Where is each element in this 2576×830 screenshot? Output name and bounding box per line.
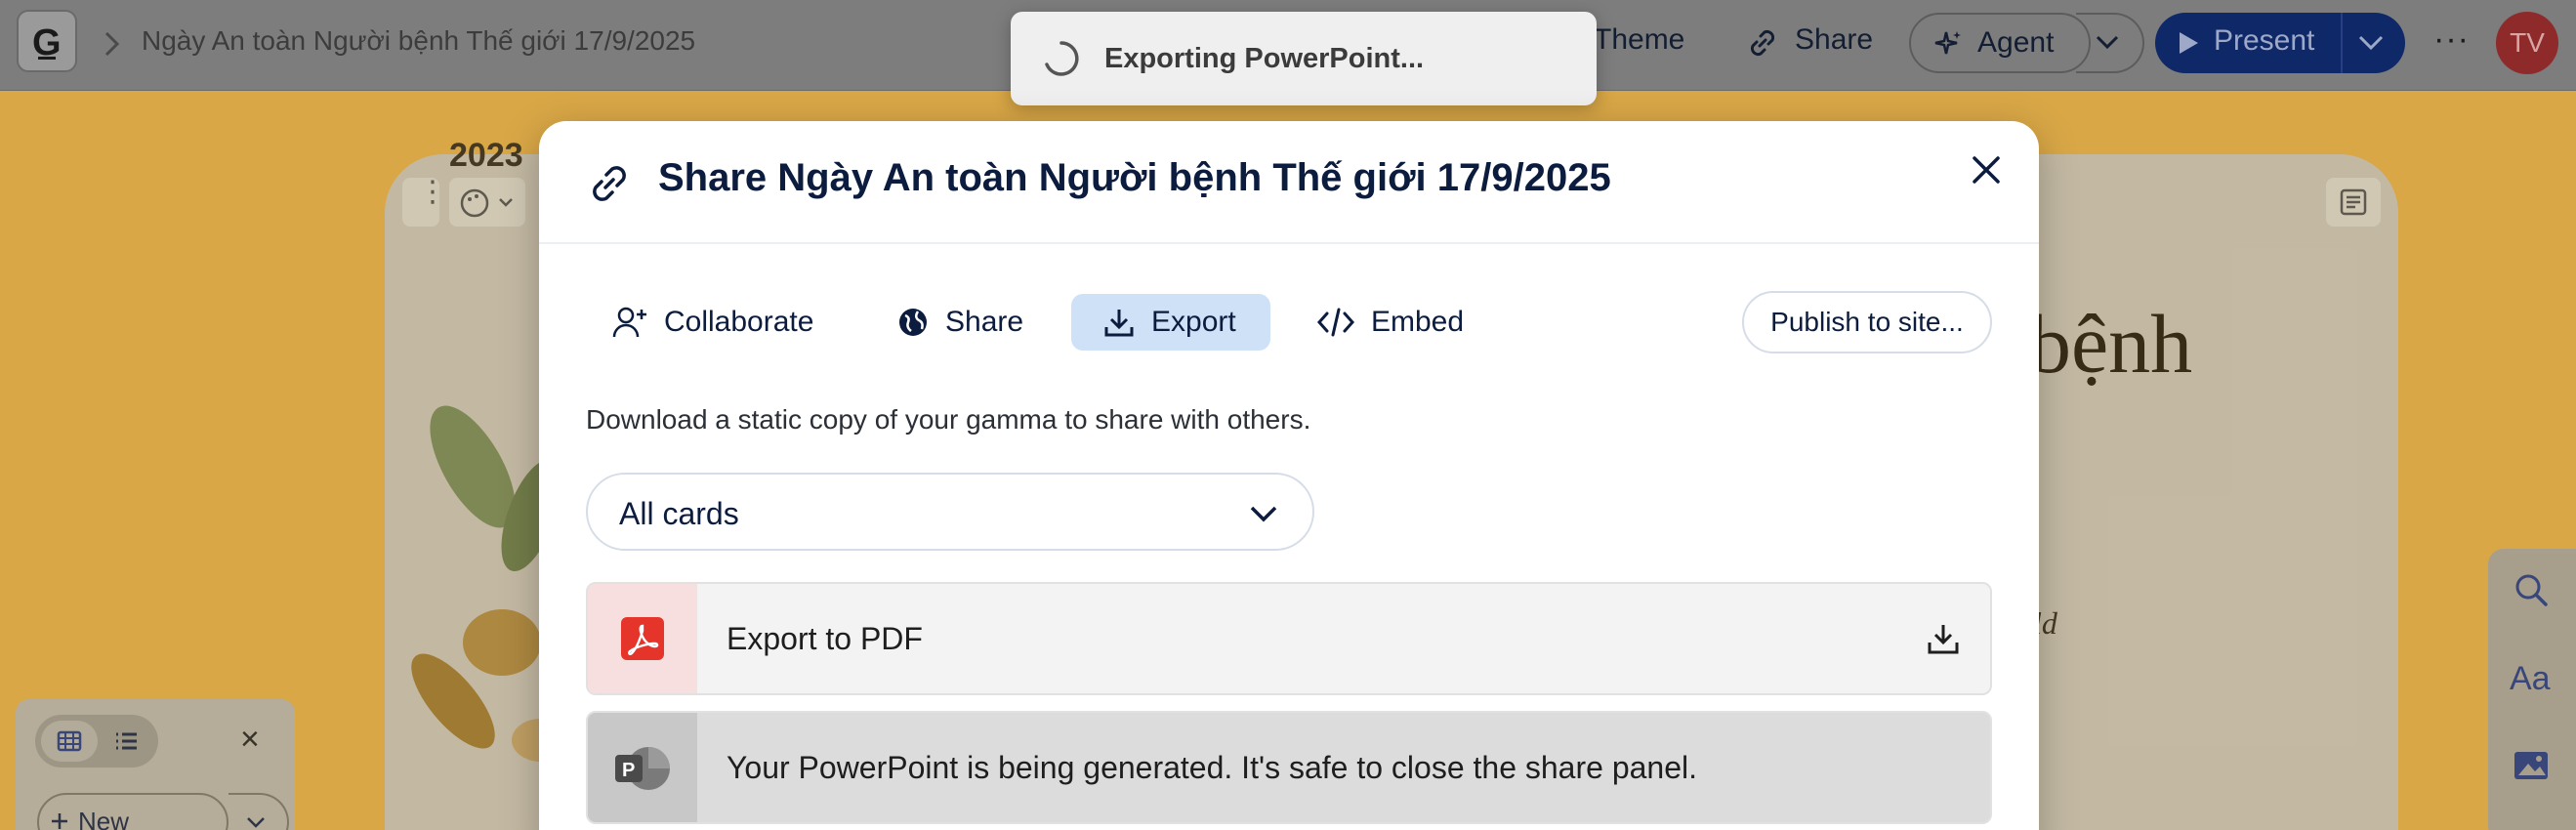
agent-dropdown-button[interactable]	[2076, 13, 2144, 73]
chevron-down-icon	[1250, 506, 1277, 522]
link-icon	[593, 166, 626, 201]
pdf-icon	[621, 617, 664, 660]
cards-select-value: All cards	[619, 496, 739, 531]
globe-icon	[899, 309, 927, 336]
more-icon[interactable]: ···	[2433, 22, 2470, 56]
code-icon	[1316, 308, 1355, 337]
chevron-right-icon	[104, 31, 120, 57]
tab-share[interactable]: Share	[896, 294, 1045, 351]
share-modal: Share Ngày An toàn Người bệnh Thế giới 1…	[539, 121, 2039, 830]
tab-export[interactable]: Export	[1071, 294, 1270, 351]
export-description: Download a static copy of your gamma to …	[586, 404, 1311, 435]
link-icon[interactable]	[1744, 24, 1781, 62]
sparkle-icon	[1934, 31, 1961, 55]
powerpoint-icon-cell: P	[588, 713, 697, 822]
tab-embed[interactable]: Embed	[1316, 294, 1512, 351]
close-icon[interactable]	[1967, 150, 2006, 189]
present-divider	[2341, 13, 2343, 73]
chevron-down-icon[interactable]	[2356, 32, 2386, 54]
gamma-logo-icon[interactable]: G	[17, 10, 77, 72]
powerpoint-status-label: Your PowerPoint is being generated. It's…	[727, 750, 1697, 785]
export-powerpoint-row: P Your PowerPoint is being generated. It…	[586, 711, 1992, 824]
modal-title: Share Ngày An toàn Người bệnh Thế giới 1…	[658, 156, 1611, 199]
tab-collaborate-label: Collaborate	[664, 306, 814, 338]
pdf-icon-cell	[588, 584, 697, 693]
publish-to-site-button[interactable]: Publish to site...	[1742, 291, 1992, 353]
download-icon[interactable]	[1926, 621, 1961, 656]
avatar[interactable]: TV	[2496, 12, 2558, 74]
user-plus-icon	[612, 307, 646, 338]
cards-select[interactable]: All cards	[586, 473, 1314, 551]
agent-button[interactable]: Agent	[1909, 13, 2091, 73]
svg-text:P: P	[622, 760, 635, 781]
share-button[interactable]: Share	[1795, 23, 1873, 57]
theme-button[interactable]: Theme	[1594, 23, 1684, 57]
play-icon	[2180, 32, 2198, 54]
tab-embed-label: Embed	[1371, 306, 1465, 338]
toast-text: Exporting PowerPoint...	[1104, 43, 1425, 74]
present-button[interactable]: Present	[2155, 13, 2405, 73]
modal-divider	[539, 242, 2039, 244]
present-label: Present	[2214, 24, 2315, 57]
tab-collaborate[interactable]: Collaborate	[611, 294, 846, 351]
breadcrumb-doc-title[interactable]: Ngày An toàn Người bệnh Thế giới 17/9/20…	[142, 25, 695, 57]
export-toast: Exporting PowerPoint...	[1011, 12, 1597, 105]
tab-share-label: Share	[945, 306, 1024, 338]
tab-export-label: Export	[1151, 306, 1236, 338]
agent-label: Agent	[1977, 26, 2055, 59]
powerpoint-icon: P	[615, 747, 670, 790]
export-pdf-row[interactable]: Export to PDF	[586, 582, 1992, 695]
chevron-down-icon	[2096, 35, 2119, 50]
spinner-icon	[1045, 41, 1079, 76]
export-pdf-label: Export to PDF	[727, 621, 923, 656]
svg-text:G: G	[32, 22, 62, 61]
download-icon	[1104, 310, 1134, 337]
